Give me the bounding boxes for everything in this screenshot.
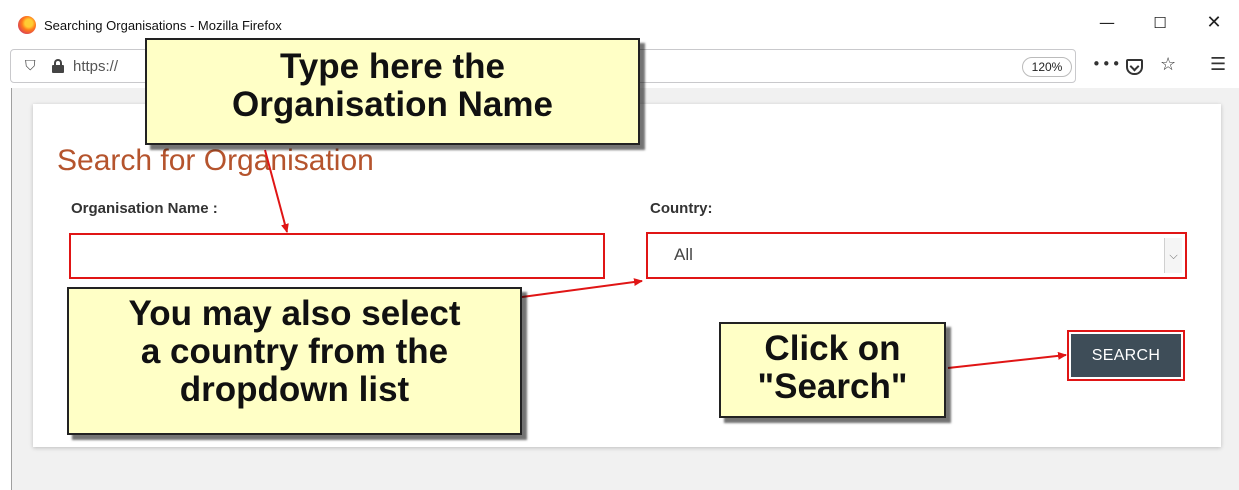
callout-type-org-name: Type here the Organisation Name bbox=[145, 38, 640, 145]
firefox-logo-icon bbox=[18, 16, 36, 34]
zoom-level-badge[interactable]: 120% bbox=[1022, 57, 1072, 77]
country-label: Country: bbox=[650, 200, 713, 217]
shield-icon[interactable]: ⛉ bbox=[25, 58, 36, 74]
pocket-icon[interactable] bbox=[1126, 59, 1143, 75]
maximize-button[interactable]: ☐ bbox=[1145, 12, 1175, 34]
page-edge bbox=[11, 88, 12, 490]
url-text[interactable]: https:// bbox=[73, 58, 118, 75]
more-icon[interactable]: ••• bbox=[1092, 55, 1122, 73]
search-button[interactable]: SEARCH bbox=[1067, 330, 1185, 381]
country-selected-value: All bbox=[674, 245, 693, 264]
menu-icon[interactable]: ☰ bbox=[1210, 54, 1226, 75]
org-name-label: Organisation Name : bbox=[71, 200, 218, 217]
page-title: Search for Organisation bbox=[57, 144, 374, 177]
callout-select-country: You may also select a country from the d… bbox=[67, 287, 522, 435]
search-button-label: SEARCH bbox=[1071, 334, 1181, 377]
chevron-down-icon[interactable]: ⌵ bbox=[1164, 238, 1182, 273]
org-name-input[interactable] bbox=[69, 233, 605, 279]
close-button[interactable]: ✕ bbox=[1199, 12, 1229, 34]
minimize-button[interactable]: — bbox=[1092, 12, 1122, 34]
window-title: Searching Organisations - Mozilla Firefo… bbox=[44, 18, 282, 33]
lock-icon[interactable] bbox=[52, 59, 64, 73]
callout-click-search: Click on "Search" bbox=[719, 322, 946, 418]
country-select[interactable]: All ⌵ bbox=[646, 232, 1187, 279]
star-icon[interactable]: ☆ bbox=[1160, 54, 1176, 75]
